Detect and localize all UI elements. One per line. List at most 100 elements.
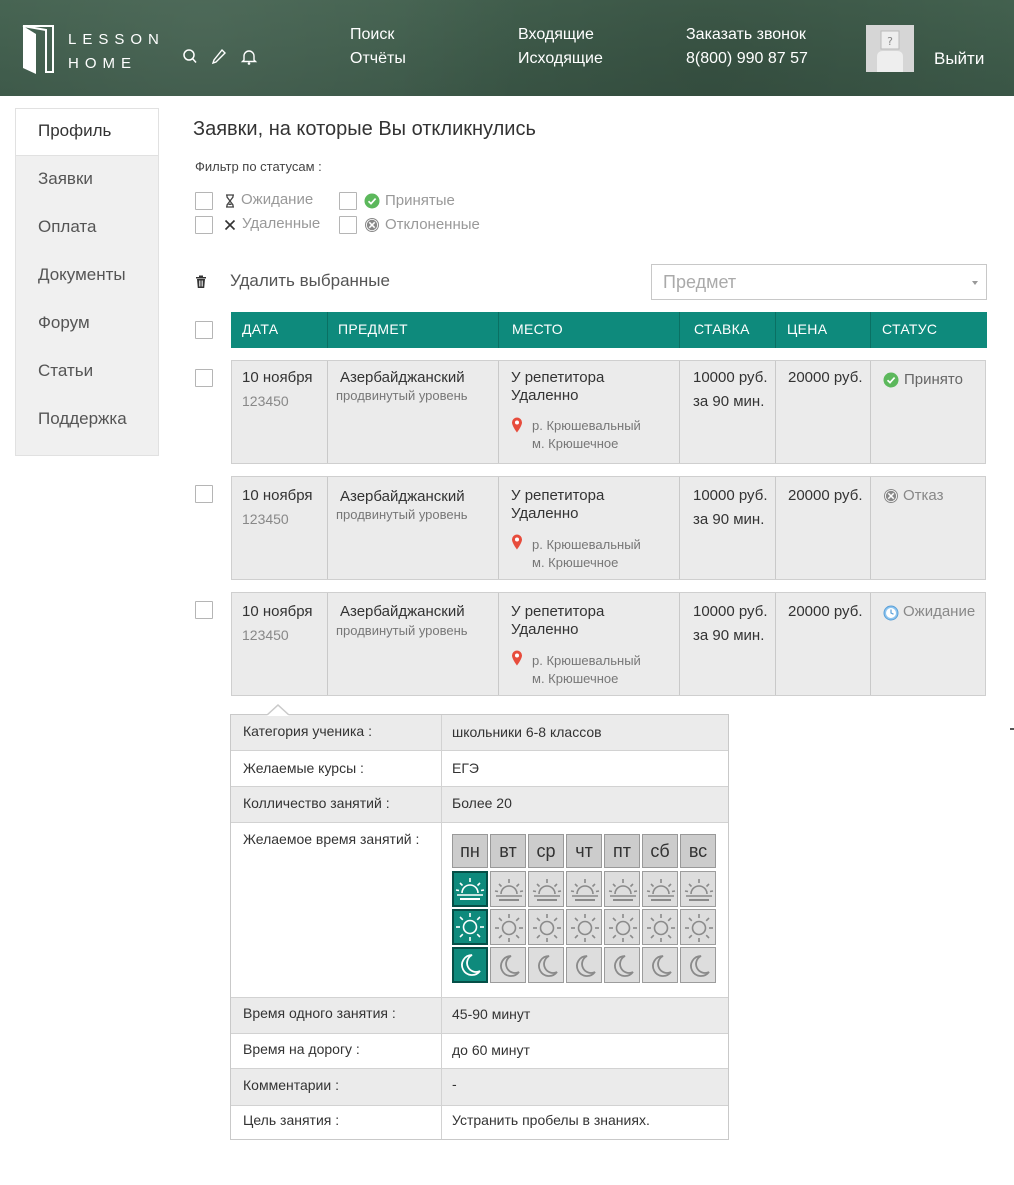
filter-pending-label: Ожидание <box>241 191 314 208</box>
phone-number[interactable]: 8(800) 990 87 57 <box>686 47 808 71</box>
schedule-slot-day[interactable] <box>642 909 678 945</box>
filter-rejected-label: Отклоненные <box>385 216 480 233</box>
row-rate-duration: за 90 мин. <box>693 627 765 644</box>
nav-inbox-link[interactable]: Входящие <box>518 23 594 47</box>
column-price[interactable]: ЦЕНА <box>787 321 827 337</box>
sidebar-item-forum[interactable]: Форум <box>38 313 90 333</box>
detail-row-comments: Комментарии : - <box>231 1069 728 1106</box>
schedule-slot-evening[interactable] <box>604 947 640 983</box>
row-date: 10 ноября <box>242 603 313 620</box>
nav-outbox-link[interactable]: Исходящие <box>518 47 603 71</box>
sunrise-icon <box>455 878 485 900</box>
cell-divider <box>870 361 871 463</box>
filter-deleted-checkbox[interactable] <box>195 216 213 234</box>
subject-select[interactable]: Предмет <box>651 264 987 300</box>
sun-icon <box>685 914 713 942</box>
schedule-slot-morning[interactable] <box>604 871 640 907</box>
column-rate[interactable]: СТАВКА <box>694 321 750 337</box>
cell-divider <box>327 361 328 463</box>
schedule-slot-day[interactable] <box>452 909 488 945</box>
row-rate-amount: 10000 руб. <box>693 487 768 504</box>
schedule-slot-morning[interactable] <box>680 871 716 907</box>
sidebar-item-requests[interactable]: Заявки <box>38 169 93 189</box>
select-all-checkbox[interactable] <box>195 321 213 339</box>
request-details-panel: Категория ученика : школьники 6-8 классо… <box>230 714 729 1140</box>
filter-accepted-checkbox[interactable] <box>339 192 357 210</box>
column-place[interactable]: МЕСТО <box>512 321 563 337</box>
filter-label: Фильтр по статусам : <box>195 159 322 174</box>
schedule-slot-morning[interactable] <box>528 871 564 907</box>
table-row[interactable]: 10 ноября 123450 Азербайджанский продвин… <box>231 360 986 464</box>
chevron-down-icon <box>972 281 978 285</box>
schedule-slot-evening[interactable] <box>642 947 678 983</box>
schedule-slot-morning[interactable] <box>642 871 678 907</box>
detail-label: Желаемое время занятий : <box>243 831 420 847</box>
order-call-link[interactable]: Заказать звонок <box>686 23 806 47</box>
sun-icon <box>571 914 599 942</box>
pencil-icon[interactable] <box>210 48 228 66</box>
delete-selected-label[interactable]: Удалить выбранные <box>230 271 390 291</box>
detail-row-schedule: Желаемое время занятий : пн вт ср чт пт сб вс <box>231 823 728 998</box>
row-place-1: У репетитора <box>511 603 605 620</box>
schedule-slot-day[interactable] <box>528 909 564 945</box>
detail-row-courses: Желаемые курсы : ЕГЭ <box>231 751 728 787</box>
sidebar-item-documents[interactable]: Документы <box>38 265 126 285</box>
schedule-slot-evening[interactable] <box>680 947 716 983</box>
table-row[interactable]: 10 ноября 123450 Азербайджанский продвин… <box>231 592 986 696</box>
row-checkbox[interactable] <box>195 369 213 387</box>
lesson-home-logo[interactable]: LESSON HOME <box>22 24 159 74</box>
bell-icon[interactable] <box>240 48 258 66</box>
sun-icon <box>495 914 523 942</box>
schedule-slot-day[interactable] <box>604 909 640 945</box>
door-logo-icon <box>22 25 54 74</box>
schedule-slot-day[interactable] <box>680 909 716 945</box>
table-row[interactable]: 10 ноября 123450 Азербайджанский продвин… <box>231 476 986 580</box>
row-rate-amount: 10000 руб. <box>693 369 768 386</box>
row-place-2: Удаленно <box>511 505 579 522</box>
schedule-slot-day[interactable] <box>566 909 602 945</box>
moon-icon <box>614 955 634 977</box>
row-price: 20000 руб. <box>788 487 863 504</box>
sidebar: Профиль Заявки Оплата Документы Форум Ст… <box>15 108 159 456</box>
sidebar-item-profile[interactable]: Профиль <box>38 121 111 141</box>
cell-divider <box>679 361 680 463</box>
nav-search-link[interactable]: Поиск <box>350 23 394 47</box>
schedule-slot-evening[interactable] <box>566 947 602 983</box>
schedule-slot-evening[interactable] <box>528 947 564 983</box>
avatar[interactable]: ? <box>866 25 914 72</box>
filter-rejected-checkbox[interactable] <box>339 216 357 234</box>
row-date: 10 ноября <box>242 369 313 386</box>
row-checkbox[interactable] <box>195 485 213 503</box>
detail-label: Время на дорогу : <box>243 1041 360 1057</box>
nav-reports-link[interactable]: Отчёты <box>350 47 406 71</box>
cell-divider <box>775 361 776 463</box>
schedule-slot-morning[interactable] <box>490 871 526 907</box>
detail-row-goal: Цель занятия : Устранить пробелы в знани… <box>231 1106 728 1139</box>
sidebar-item-payment[interactable]: Оплата <box>38 217 96 237</box>
day-header: чт <box>566 834 602 868</box>
row-metro: м. Крюшечное <box>532 555 619 570</box>
sun-icon <box>456 913 484 941</box>
trash-icon[interactable] <box>195 275 207 289</box>
row-metro: м. Крюшечное <box>532 671 619 686</box>
schedule-slot-day[interactable] <box>490 909 526 945</box>
sidebar-item-support[interactable]: Поддержка <box>38 409 127 429</box>
search-icon[interactable] <box>181 48 199 66</box>
schedule-slot-morning[interactable] <box>452 871 488 907</box>
day-header: вс <box>680 834 716 868</box>
filter-pending-checkbox[interactable] <box>195 192 213 210</box>
location-pin-icon <box>512 534 522 550</box>
row-checkbox[interactable] <box>195 601 213 619</box>
detail-row-lessons-count: Колличество занятий : Более 20 <box>231 787 728 823</box>
detail-value: - <box>452 1076 457 1092</box>
cell-divider <box>775 477 776 579</box>
schedule-slot-evening[interactable] <box>452 947 488 983</box>
column-subject[interactable]: ПРЕДМЕТ <box>338 321 408 337</box>
column-status[interactable]: СТАТУС <box>882 321 937 337</box>
logout-link[interactable]: Выйти <box>934 49 984 69</box>
sidebar-item-articles[interactable]: Статьи <box>38 361 93 381</box>
column-date[interactable]: ДАТА <box>242 321 278 337</box>
schedule-slot-evening[interactable] <box>490 947 526 983</box>
schedule-slot-morning[interactable] <box>566 871 602 907</box>
detail-label: Категория ученика : <box>243 723 372 739</box>
